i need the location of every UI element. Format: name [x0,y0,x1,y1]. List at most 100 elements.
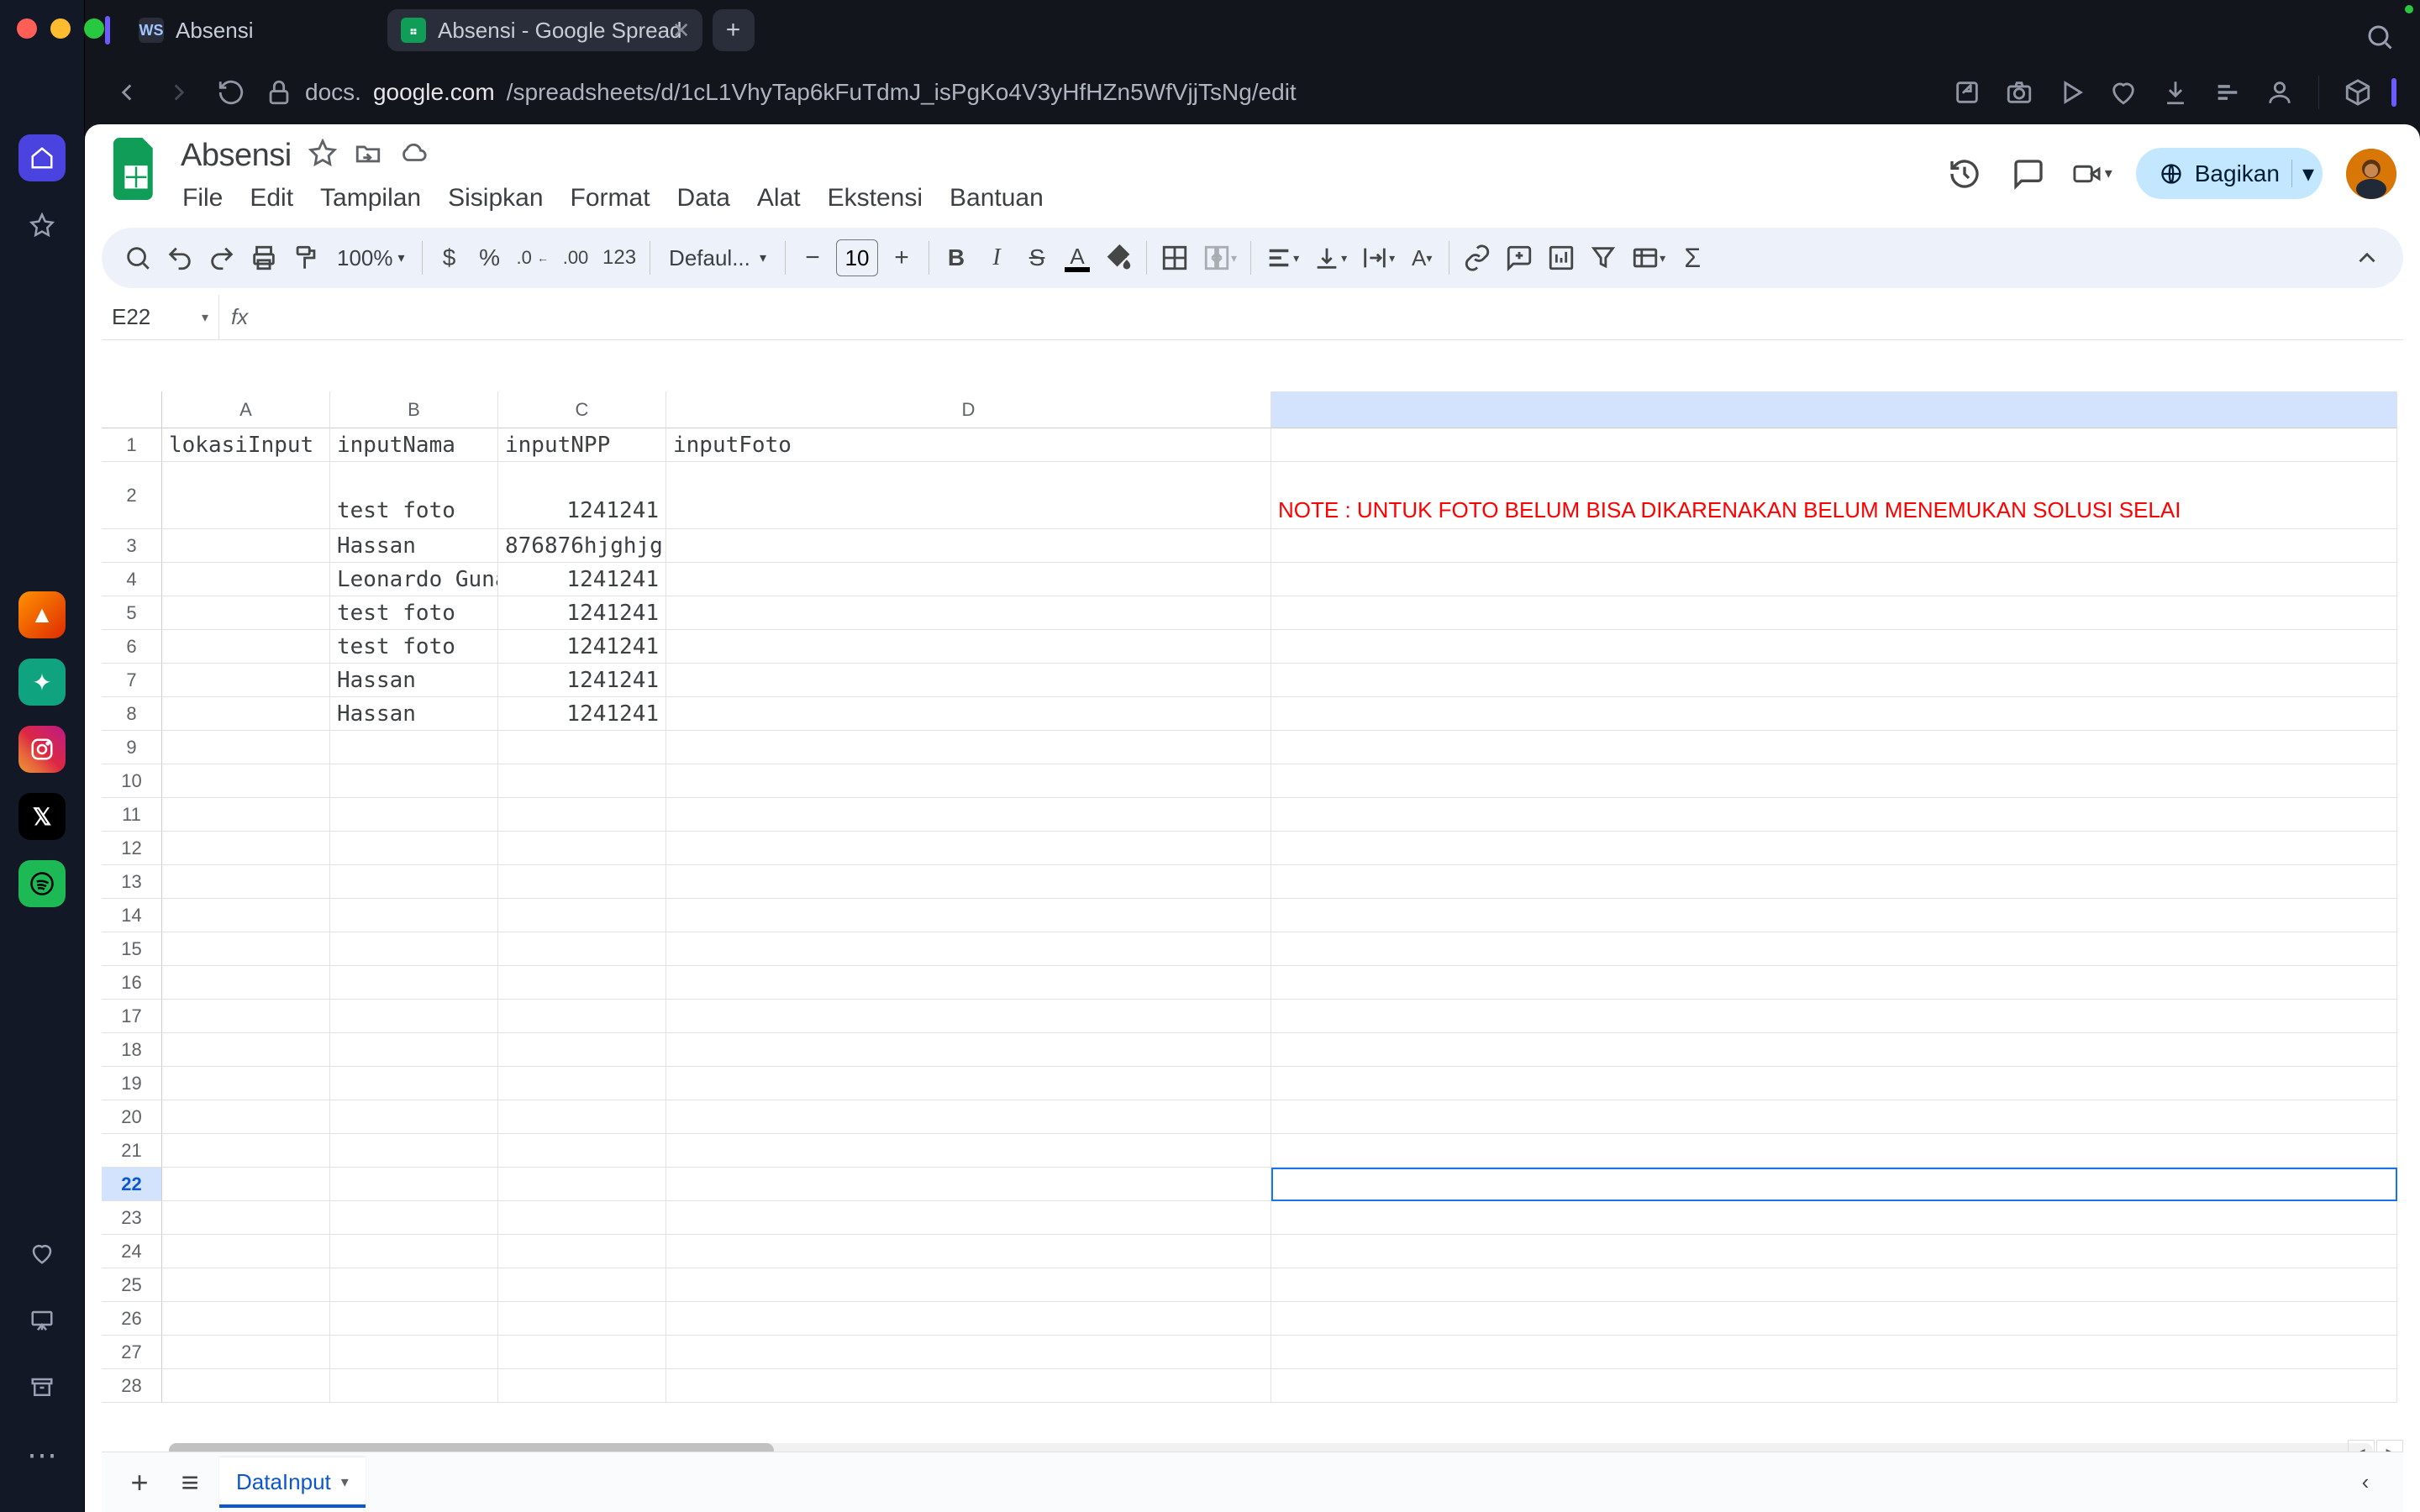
cell-C2[interactable]: 1241241 [498,462,666,529]
cell-D20[interactable] [666,1100,1271,1134]
cell-E12[interactable] [1271,832,2397,865]
cell-B9[interactable] [330,731,498,764]
cell-E14[interactable] [1271,899,2397,932]
cell-D5[interactable] [666,596,1271,630]
download-icon[interactable] [2157,74,2194,111]
cell-A4[interactable] [162,563,330,596]
cell-D15[interactable] [666,932,1271,966]
tb-filter-icon[interactable] [1584,239,1623,276]
cell-C9[interactable] [498,731,666,764]
row-header-9[interactable]: 9 [102,731,162,764]
cell-D18[interactable] [666,1033,1271,1067]
row-header-1[interactable]: 1 [102,428,162,462]
cell-E24[interactable] [1271,1235,2397,1268]
cell-B21[interactable] [330,1134,498,1168]
cell-A10[interactable] [162,764,330,798]
tb-valign-icon[interactable]: ▾ [1307,239,1352,276]
col-header-C[interactable]: C [498,391,666,428]
tb-link-icon[interactable] [1458,239,1497,276]
tb-undo-icon[interactable] [160,239,199,276]
cell-A14[interactable] [162,899,330,932]
cell-C8[interactable]: 1241241 [498,697,666,731]
tb-currency-icon[interactable]: $ [431,239,468,276]
cell-A22[interactable] [162,1168,330,1201]
account-avatar[interactable] [2346,149,2396,199]
url-field[interactable]: docs.google.com/spreadsheets/d/1cL1VhyTa… [265,78,1933,107]
cell-E7[interactable] [1271,664,2397,697]
cell-C14[interactable] [498,899,666,932]
cell-B7[interactable]: Hassan [330,664,498,697]
tb-bold-icon[interactable]: B [938,239,975,276]
cell-A11[interactable] [162,798,330,832]
sidebar-app-x-icon[interactable]: 𝕏 [18,793,66,840]
cell-B18[interactable] [330,1033,498,1067]
sidebar-app-spotify-icon[interactable] [18,860,66,907]
cell-D21[interactable] [666,1134,1271,1168]
minimize-window-button[interactable] [50,18,71,39]
cell-A3[interactable] [162,529,330,563]
cell-E9[interactable] [1271,731,2397,764]
cell-B24[interactable] [330,1235,498,1268]
cell-C5[interactable]: 1241241 [498,596,666,630]
menu-tools[interactable]: Alat [755,179,802,218]
sidebar-app-instagram-icon[interactable] [18,726,66,773]
row-header-27[interactable]: 27 [102,1336,162,1369]
cell-B20[interactable] [330,1100,498,1134]
sheet-tab-datainput[interactable]: DataInput ▾ [219,1457,366,1508]
cell-E19[interactable] [1271,1067,2397,1100]
cell-B12[interactable] [330,832,498,865]
cell-D2[interactable] [666,462,1271,529]
cell-D23[interactable] [666,1201,1271,1235]
row-header-26[interactable]: 26 [102,1302,162,1336]
cell-D1[interactable]: inputFoto [666,428,1271,462]
cell-A6[interactable] [162,630,330,664]
cell-C7[interactable]: 1241241 [498,664,666,697]
name-box[interactable]: E22 ▾ [102,295,219,339]
tab-absensi[interactable]: WS Absensi [125,9,377,51]
tb-strike-icon[interactable]: S [1018,239,1055,276]
close-window-button[interactable] [17,18,37,39]
cell-A8[interactable] [162,697,330,731]
cell-A16[interactable] [162,966,330,1000]
cell-C3[interactable]: 876876hjghjg [498,529,666,563]
cell-E20[interactable] [1271,1100,2397,1134]
cell-C19[interactable] [498,1067,666,1100]
cell-E1[interactable] [1271,428,2397,462]
cell-A5[interactable] [162,596,330,630]
move-folder-icon[interactable] [354,139,382,173]
row-header-24[interactable]: 24 [102,1235,162,1268]
all-sheets-button[interactable]: ≡ [169,1462,211,1504]
cell-B25[interactable] [330,1268,498,1302]
tb-fill-color-icon[interactable] [1099,239,1138,276]
os-search-button[interactable] [2365,22,2395,56]
cell-B8[interactable]: Hassan [330,697,498,731]
cell-D24[interactable] [666,1235,1271,1268]
cell-B15[interactable] [330,932,498,966]
row-header-21[interactable]: 21 [102,1134,162,1168]
tb-collapse-icon[interactable] [2348,239,2386,276]
cell-E15[interactable] [1271,932,2397,966]
row-header-25[interactable]: 25 [102,1268,162,1302]
menu-view[interactable]: Tampilan [318,179,423,218]
tb-table-view-icon[interactable]: ▾ [1626,239,1670,276]
doc-title[interactable]: Absensi [181,138,292,174]
cell-D22[interactable] [666,1168,1271,1201]
tab-absensi-sheets[interactable]: Absensi - Google Spread ✕ [387,9,702,51]
row-header-5[interactable]: 5 [102,596,162,630]
cell-C12[interactable] [498,832,666,865]
maximize-window-button[interactable] [84,18,104,39]
cell-E27[interactable] [1271,1336,2397,1369]
tb-insert-chart-icon[interactable] [1542,239,1581,276]
cell-B2[interactable]: test foto [330,462,498,529]
cell-C26[interactable] [498,1302,666,1336]
sidebar-app-firebase-icon[interactable]: ▲ [18,591,66,638]
share-dropdown-icon[interactable]: ▾ [2291,160,2314,187]
cell-A2[interactable] [162,462,330,529]
cell-A19[interactable] [162,1067,330,1100]
tb-print-icon[interactable] [245,239,283,276]
tb-percent-icon[interactable]: % [471,239,508,276]
cell-E16[interactable] [1271,966,2397,1000]
cell-C11[interactable] [498,798,666,832]
cell-B23[interactable] [330,1201,498,1235]
cell-A9[interactable] [162,731,330,764]
